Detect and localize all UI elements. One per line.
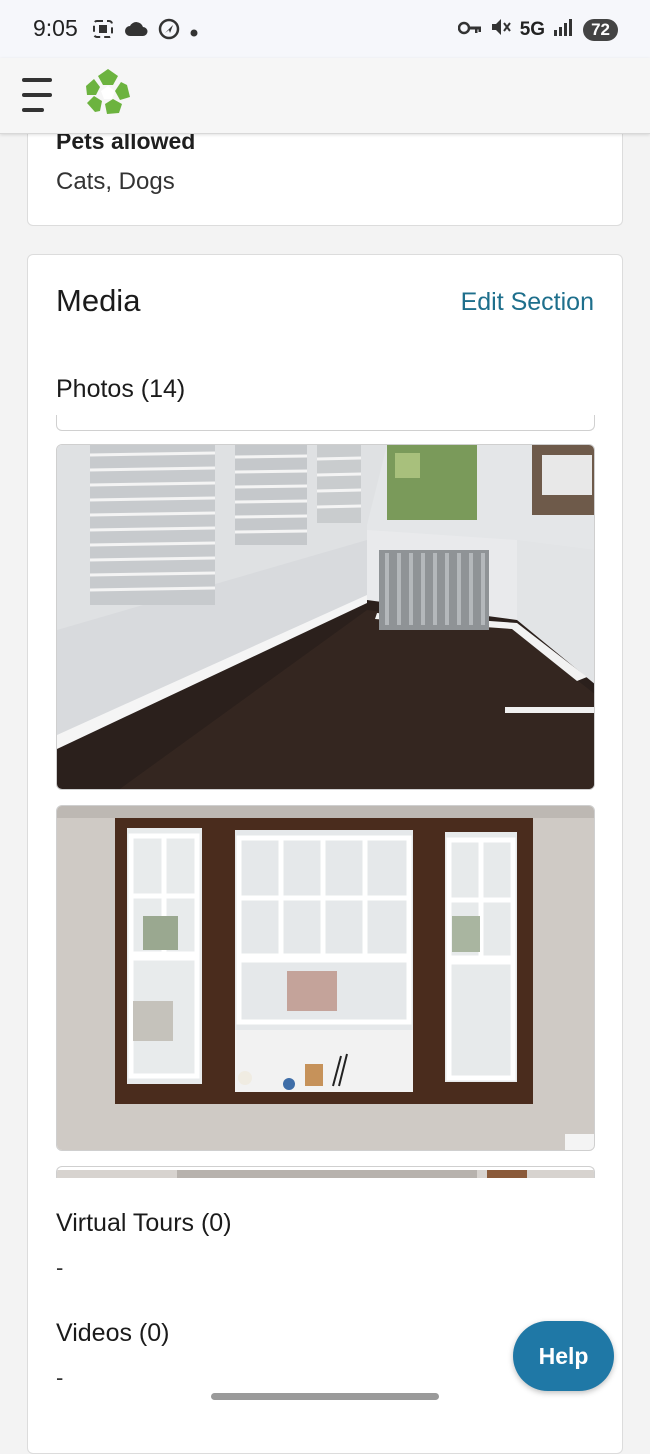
navigation-icon — [158, 18, 180, 44]
vpn-key-icon — [457, 19, 482, 41]
status-time: 9:05 — [33, 15, 78, 41]
signal-icon — [553, 18, 575, 42]
photo-window[interactable] — [56, 805, 595, 1151]
recycle-logo-icon[interactable] — [82, 66, 134, 118]
status-right-icons: 5G 72 — [457, 17, 618, 43]
photo-strip-edge — [56, 415, 595, 431]
photo-partial[interactable] — [56, 1166, 595, 1178]
virtual-tours-value: - — [56, 1255, 64, 1280]
status-left-icons — [92, 18, 198, 44]
help-button[interactable]: Help — [513, 1321, 614, 1391]
hamburger-menu-icon[interactable] — [22, 76, 54, 114]
cloud-icon — [124, 21, 148, 41]
media-card: Media Edit Section Photos (14) Virtual T… — [27, 254, 623, 1454]
status-bar: 9:05 5G 72 — [0, 0, 650, 58]
battery-icon: 72 — [583, 19, 618, 41]
mute-icon — [490, 17, 512, 43]
screenshot-icon — [92, 19, 114, 43]
dot-icon — [190, 22, 198, 41]
media-section-title: Media — [56, 283, 141, 318]
gesture-nav-handle[interactable] — [211, 1393, 439, 1400]
videos-label: Videos (0) — [56, 1319, 170, 1347]
edit-section-link[interactable]: Edit Section — [461, 288, 594, 317]
app-header — [0, 58, 650, 134]
videos-value: - — [56, 1365, 64, 1390]
photos-label: Photos (14) — [56, 375, 186, 403]
photo-sunroom[interactable] — [56, 444, 595, 790]
virtual-tours-label: Virtual Tours (0) — [56, 1209, 232, 1237]
pets-allowed-value: Cats, Dogs — [56, 168, 175, 195]
network-label: 5G — [519, 19, 546, 40]
